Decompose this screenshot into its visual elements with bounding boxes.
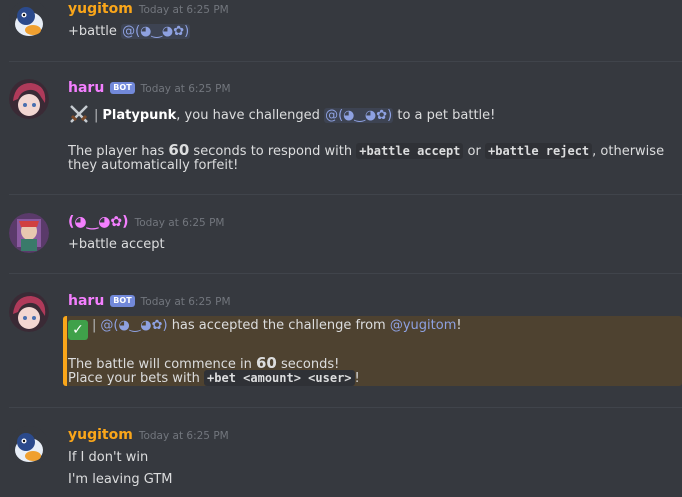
- check-mark-icon: ✓: [68, 320, 88, 340]
- message-divider: [9, 273, 682, 274]
- message-line-2: I'm leaving GTM: [68, 472, 173, 487]
- embed-line-1: ✓ | @(◕‿◕✿) has accepted the challenge fro…: [68, 318, 462, 340]
- user-mention[interactable]: @(◕‿◕✿): [324, 108, 394, 123]
- separator: |: [92, 318, 97, 333]
- message-divider: [9, 407, 682, 408]
- message-content: +battle @(◕‿◕✿): [68, 24, 191, 39]
- author-name[interactable]: yugitom: [68, 427, 133, 443]
- challenger-name: Platypunk: [102, 108, 177, 123]
- bot-badge: BOT: [110, 295, 135, 307]
- message-text: The player has: [68, 144, 169, 159]
- message-text: !: [354, 371, 360, 386]
- message-line-1: | Platypunk, you have challenged @(◕‿◕✿) …: [68, 103, 495, 125]
- message-text: Place your bets with: [68, 371, 205, 386]
- bird-avatar-icon: [9, 426, 49, 466]
- separator: |: [94, 108, 99, 123]
- bot-badge: BOT: [110, 82, 135, 94]
- message-line-2: The player has 60 seconds to respond wit…: [68, 141, 664, 159]
- user-mention[interactable]: @(◕‿◕✿): [121, 24, 191, 39]
- author-name[interactable]: haru: [68, 293, 104, 309]
- author-name[interactable]: haru: [68, 80, 104, 96]
- message-content: +battle accept: [68, 237, 165, 252]
- user-mention[interactable]: @yugitom: [390, 318, 457, 333]
- bird-avatar-icon: [9, 0, 49, 40]
- message-text: to a pet battle!: [393, 108, 496, 123]
- anime-girl-avatar-icon: [9, 292, 49, 332]
- timestamp: Today at 6:25 PM: [138, 4, 229, 16]
- command-code: +bet <amount> <user>: [204, 370, 355, 386]
- message-divider: [9, 194, 682, 195]
- avatar-haru[interactable]: [9, 292, 49, 332]
- message-text: , otherwise: [592, 144, 665, 159]
- timestamp: Today at 6:25 PM: [140, 296, 231, 308]
- avatar-user[interactable]: [9, 213, 49, 253]
- message-text: !: [456, 318, 462, 333]
- timestamp: Today at 6:25 PM: [138, 430, 229, 442]
- author-name[interactable]: yugitom: [68, 1, 133, 17]
- timestamp: Today at 6:25 PM: [140, 83, 231, 95]
- message-text: +battle: [68, 24, 122, 39]
- message-text: seconds to respond with: [189, 144, 357, 159]
- avatar-yugitom[interactable]: [9, 0, 49, 40]
- avatar-haru[interactable]: [9, 79, 49, 119]
- embed-line-3: Place your bets with +bet <amount> <user…: [68, 370, 360, 386]
- author-name[interactable]: (◕‿◕✿): [68, 214, 129, 230]
- anime-girl-avatar-icon: [9, 79, 49, 119]
- message-line-3: they automatically forfeit!: [68, 158, 239, 173]
- seconds-number: 60: [168, 141, 190, 159]
- crossed-swords-icon: [68, 103, 90, 125]
- timestamp: Today at 6:25 PM: [134, 217, 225, 229]
- message-line-1: If I don't win: [68, 450, 149, 465]
- avatar-yugitom[interactable]: [9, 426, 49, 466]
- message-text: has accepted the challenge from: [167, 318, 390, 333]
- message-text: or: [463, 144, 485, 159]
- user-mention[interactable]: @(◕‿◕✿): [100, 318, 167, 333]
- command-code: +battle accept: [356, 143, 464, 159]
- message-text: , you have challenged: [176, 108, 325, 123]
- message-divider: [9, 61, 682, 62]
- character-avatar-icon: [9, 213, 49, 253]
- command-code: +battle reject: [485, 143, 593, 159]
